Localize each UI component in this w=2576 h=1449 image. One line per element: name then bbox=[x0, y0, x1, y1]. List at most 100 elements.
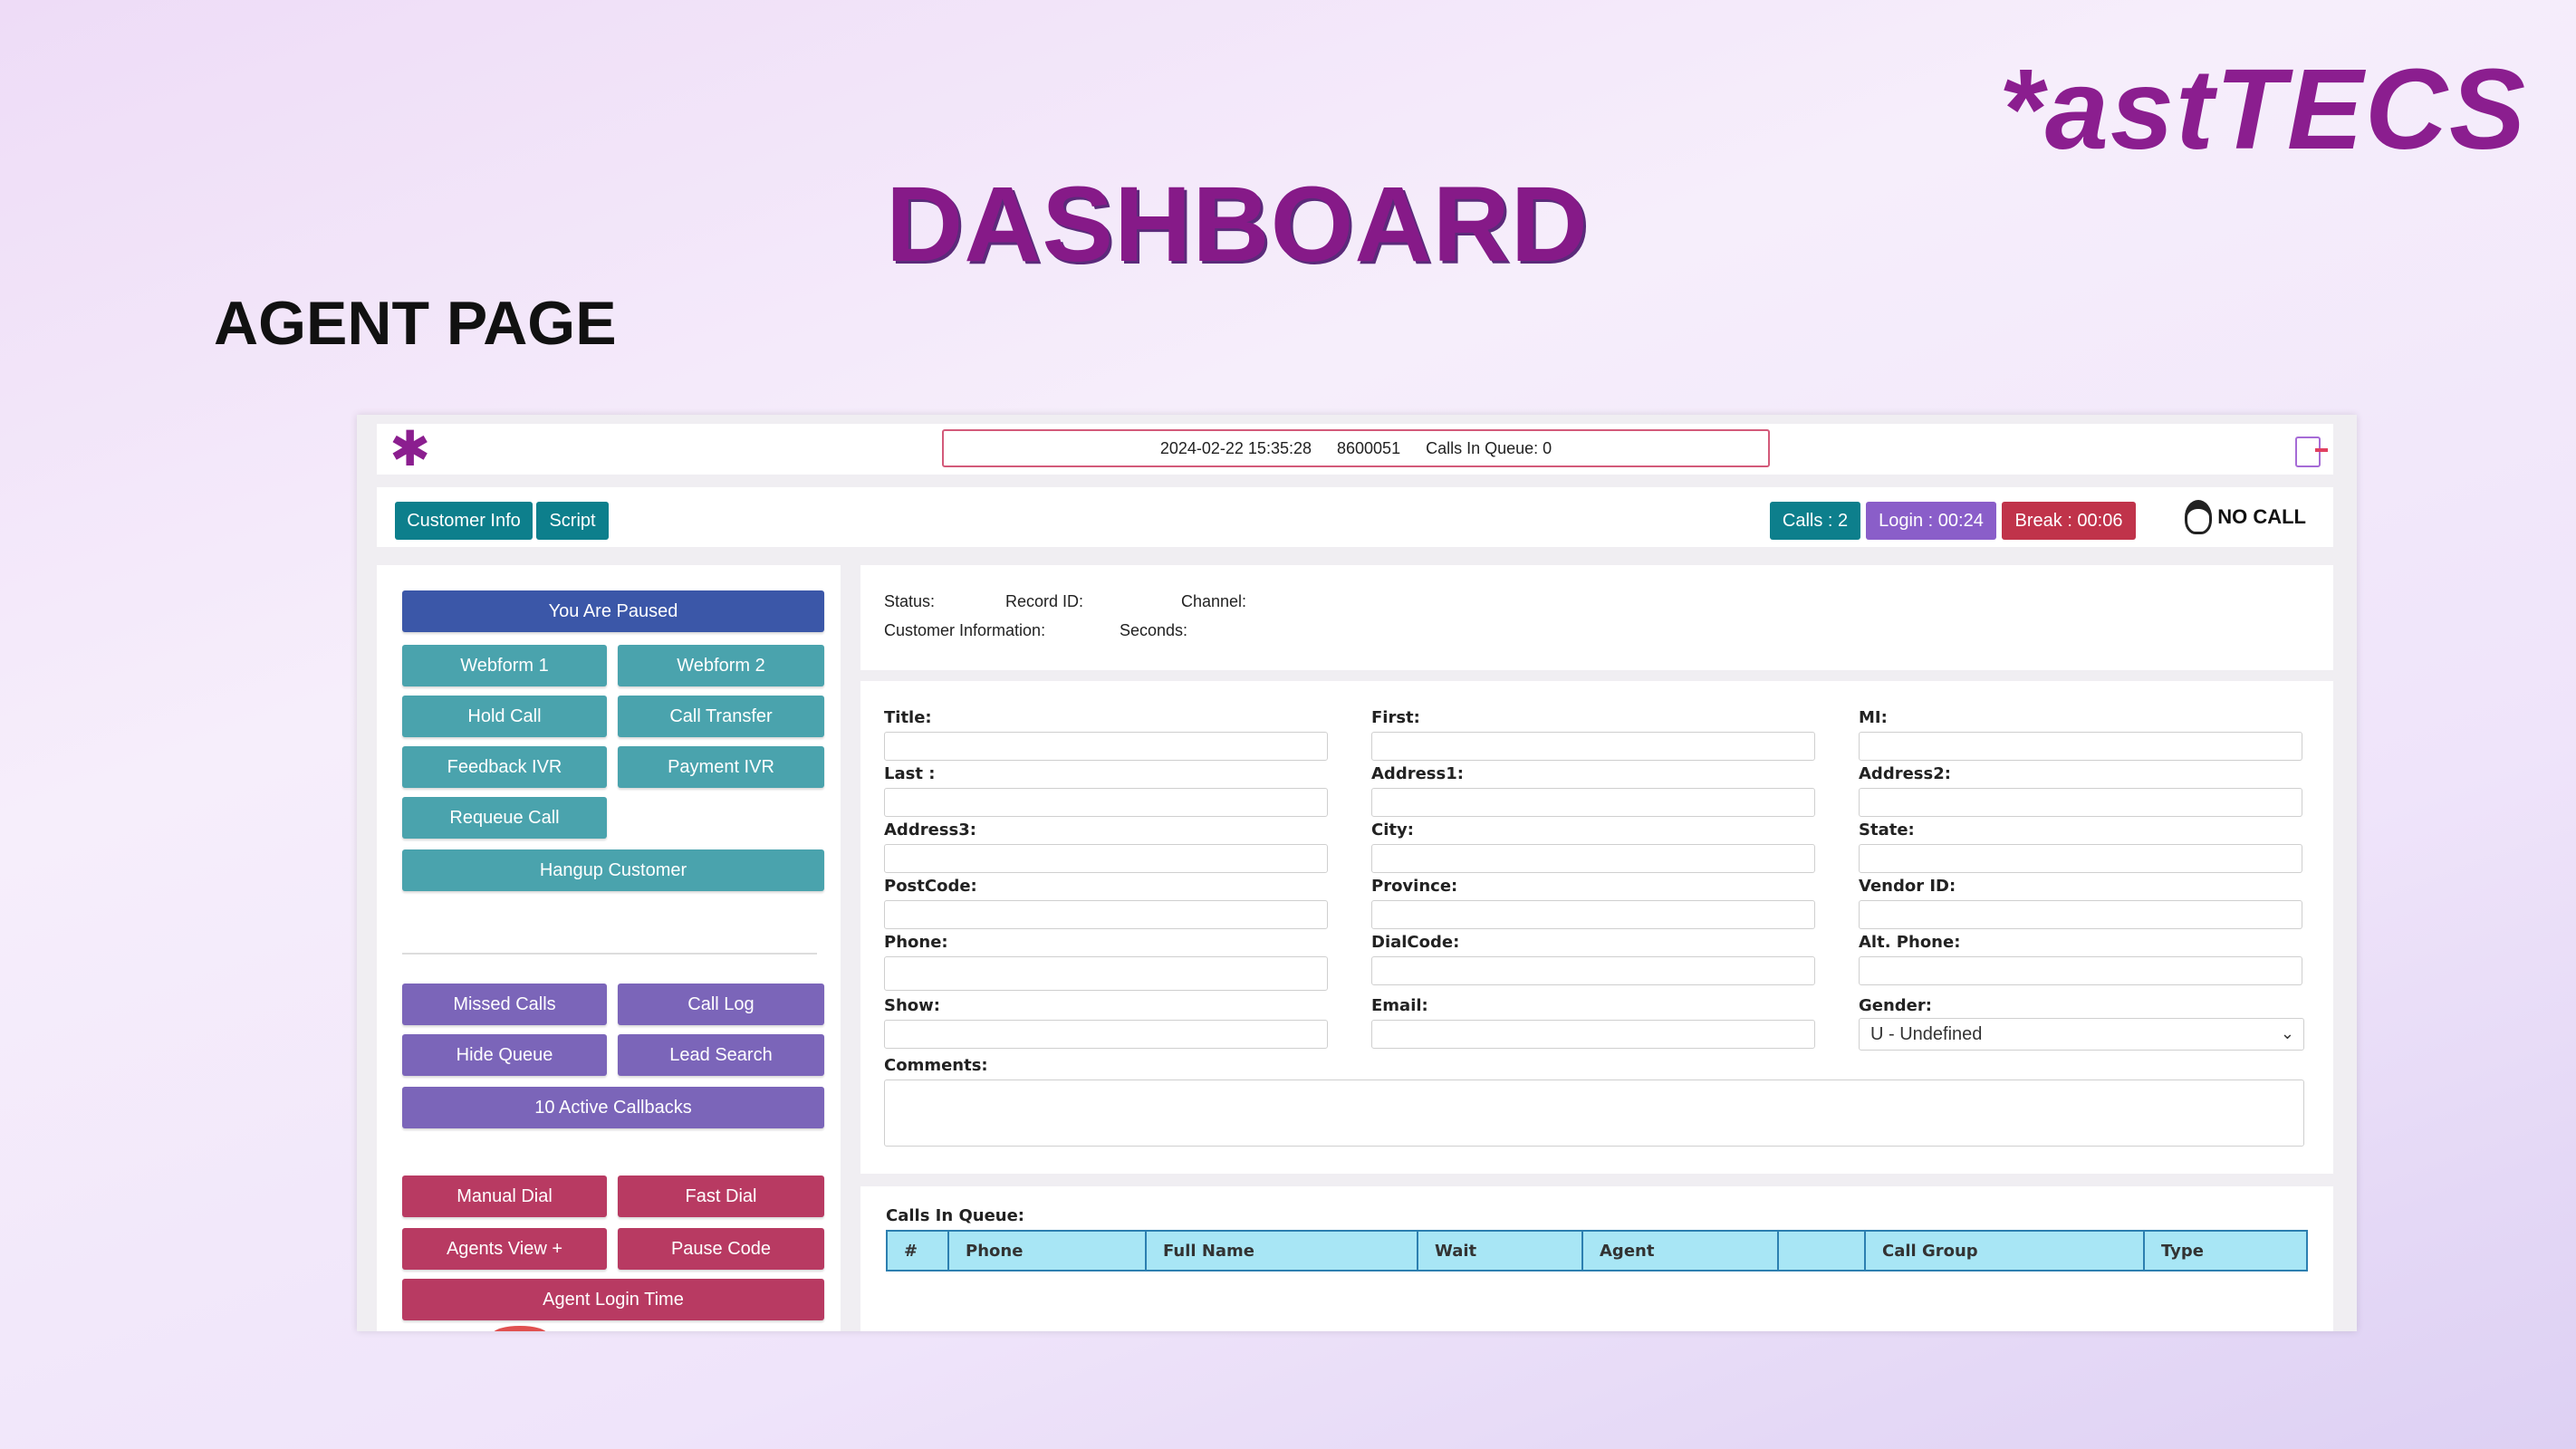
hide-queue-button[interactable]: Hide Queue bbox=[402, 1034, 607, 1076]
vendor-id-label: Vendor ID: bbox=[1859, 877, 1956, 896]
logout-icon[interactable] bbox=[2295, 437, 2328, 467]
webform2-button[interactable]: Webform 2 bbox=[618, 645, 824, 686]
email-label: Email: bbox=[1371, 996, 1428, 1015]
first-name-field[interactable] bbox=[1371, 732, 1815, 761]
agent-page-screenshot: ✱ 2024-02-22 15:35:28 8600051 Calls In Q… bbox=[357, 415, 2357, 1331]
toolbar: Customer Info Script Calls : 2 Login : 0… bbox=[377, 487, 2333, 547]
customer-info-button[interactable]: Customer Info bbox=[395, 502, 533, 540]
top-bar: ✱ 2024-02-22 15:35:28 8600051 Calls In Q… bbox=[377, 424, 2333, 475]
datetime: 2024-02-22 15:35:28 bbox=[1159, 438, 1312, 457]
dialcode-field[interactable] bbox=[1371, 956, 1815, 985]
customer-form: Title: First: MI: Last : Address1: Addre… bbox=[860, 681, 2333, 1174]
seconds-label: Seconds: bbox=[1120, 621, 1188, 639]
city-label: City: bbox=[1371, 820, 1414, 840]
agents-view-button[interactable]: Agents View + bbox=[402, 1228, 607, 1270]
first-label: First: bbox=[1371, 708, 1420, 727]
vendor-id-field[interactable] bbox=[1859, 900, 2302, 929]
left-control-panel: You Are Paused Webform 1 Webform 2 Hold … bbox=[377, 565, 841, 1331]
payment-ivr-button[interactable]: Payment IVR bbox=[618, 746, 824, 788]
address1-label: Address1: bbox=[1371, 764, 1464, 783]
phone-label: Phone: bbox=[884, 933, 948, 952]
call-status-label: NO CALL bbox=[2217, 505, 2306, 528]
chevron-down-icon: ⌄ bbox=[2280, 1024, 2294, 1042]
active-callbacks-button[interactable]: 10 Active Callbacks bbox=[402, 1087, 824, 1128]
call-status: NO CALL bbox=[2185, 500, 2306, 534]
gender-value: U - Undefined bbox=[1870, 1024, 1983, 1044]
lead-search-button[interactable]: Lead Search bbox=[618, 1034, 824, 1076]
call-info-panel: Status: Record ID: Channel: Customer Inf… bbox=[860, 565, 2333, 670]
agent-head-icon bbox=[2185, 500, 2213, 534]
address2-field[interactable] bbox=[1859, 788, 2302, 817]
fast-dial-button[interactable]: Fast Dial bbox=[618, 1176, 824, 1217]
agent-login-time-button[interactable]: Agent Login Time bbox=[402, 1279, 824, 1320]
address1-field[interactable] bbox=[1371, 788, 1815, 817]
hold-call-button[interactable]: Hold Call bbox=[402, 696, 607, 737]
divider bbox=[402, 953, 817, 955]
feedback-ivr-button[interactable]: Feedback IVR bbox=[402, 746, 607, 788]
alt-phone-label: Alt. Phone: bbox=[1859, 933, 1961, 952]
col-number: # bbox=[886, 1230, 949, 1271]
missed-calls-button[interactable]: Missed Calls bbox=[402, 984, 607, 1025]
city-field[interactable] bbox=[1371, 844, 1815, 873]
queue-table-header: # Phone Full Name Wait Agent Call Group … bbox=[886, 1230, 2308, 1271]
dialcode-label: DialCode: bbox=[1371, 933, 1460, 952]
requeue-call-button[interactable]: Requeue Call bbox=[402, 797, 607, 839]
comments-label: Comments: bbox=[884, 1056, 988, 1075]
brand-logo: *astTECS bbox=[1998, 45, 2527, 173]
col-call-group: Call Group bbox=[1864, 1230, 2145, 1271]
call-log-button[interactable]: Call Log bbox=[618, 984, 824, 1025]
col-blank bbox=[1777, 1230, 1866, 1271]
queue-table: # Phone Full Name Wait Agent Call Group … bbox=[886, 1230, 2308, 1271]
calls-count-badge: Calls : 2 bbox=[1770, 502, 1860, 540]
customer-information-label: Customer Information: bbox=[884, 621, 1046, 639]
gender-select[interactable]: U - Undefined ⌄ bbox=[1859, 1018, 2304, 1051]
paused-status-button[interactable]: You Are Paused bbox=[402, 590, 824, 632]
col-type: Type bbox=[2143, 1230, 2308, 1271]
col-agent: Agent bbox=[1581, 1230, 1779, 1271]
pause-code-button[interactable]: Pause Code bbox=[618, 1228, 824, 1270]
address3-label: Address3: bbox=[884, 820, 976, 840]
mi-field[interactable] bbox=[1859, 732, 2302, 761]
last-label: Last : bbox=[884, 764, 936, 783]
calls-in-queue-label: Calls In Queue: bbox=[886, 1206, 1024, 1225]
col-wait: Wait bbox=[1417, 1230, 1583, 1271]
extension: 8600051 bbox=[1337, 438, 1401, 457]
partial-red-icon bbox=[493, 1326, 547, 1331]
province-field[interactable] bbox=[1371, 900, 1815, 929]
province-label: Province: bbox=[1371, 877, 1458, 896]
show-field[interactable] bbox=[884, 1020, 1328, 1049]
address2-label: Address2: bbox=[1859, 764, 1951, 783]
show-label: Show: bbox=[884, 996, 940, 1015]
manual-dial-button[interactable]: Manual Dial bbox=[402, 1176, 607, 1217]
state-field[interactable] bbox=[1859, 844, 2302, 873]
phone-field[interactable] bbox=[884, 956, 1328, 991]
postcode-label: PostCode: bbox=[884, 877, 977, 896]
break-time-badge: Break : 00:06 bbox=[2002, 502, 2136, 540]
calls-in-queue-count: Calls In Queue: 0 bbox=[1426, 438, 1552, 457]
status-label: Status: bbox=[884, 592, 936, 610]
title-label: Title: bbox=[884, 708, 932, 727]
hangup-customer-button[interactable]: Hangup Customer bbox=[402, 849, 824, 891]
alt-phone-field[interactable] bbox=[1859, 956, 2302, 985]
state-label: State: bbox=[1859, 820, 1915, 840]
gender-label: Gender: bbox=[1859, 996, 1932, 1015]
postcode-field[interactable] bbox=[884, 900, 1328, 929]
asterisk-logo-icon: ✱ bbox=[389, 420, 431, 477]
login-time-badge: Login : 00:24 bbox=[1866, 502, 1996, 540]
title-field[interactable] bbox=[884, 732, 1328, 761]
last-name-field[interactable] bbox=[884, 788, 1328, 817]
col-full-name: Full Name bbox=[1145, 1230, 1418, 1271]
comments-textarea[interactable] bbox=[884, 1080, 2304, 1147]
record-id-label: Record ID: bbox=[1005, 592, 1084, 610]
status-box: 2024-02-22 15:35:28 8600051 Calls In Que… bbox=[942, 429, 1770, 467]
col-phone: Phone bbox=[947, 1230, 1147, 1271]
queue-panel: Calls In Queue: # Phone Full Name Wait A… bbox=[860, 1186, 2333, 1331]
slide-subtitle: AGENT PAGE bbox=[214, 289, 617, 358]
mi-label: MI: bbox=[1859, 708, 1888, 727]
script-button[interactable]: Script bbox=[536, 502, 609, 540]
slide-title: DASHBOARD bbox=[886, 165, 1589, 284]
email-field[interactable] bbox=[1371, 1020, 1815, 1049]
call-transfer-button[interactable]: Call Transfer bbox=[618, 696, 824, 737]
webform1-button[interactable]: Webform 1 bbox=[402, 645, 607, 686]
address3-field[interactable] bbox=[884, 844, 1328, 873]
